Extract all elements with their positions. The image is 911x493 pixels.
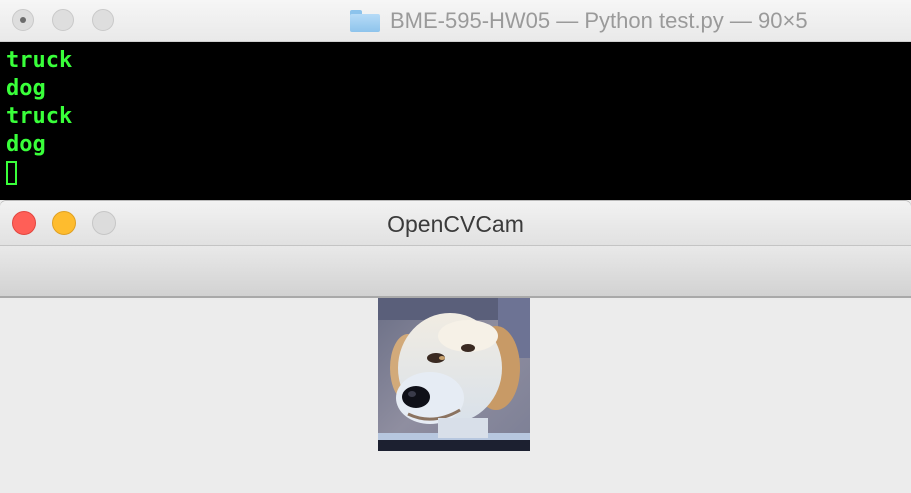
opencv-window: OpenCVCam (0, 201, 911, 493)
close-dot-icon (20, 17, 26, 23)
terminal-line: truck (6, 48, 73, 73)
terminal-line: dog (6, 132, 46, 157)
folder-icon (350, 10, 380, 32)
opencv-window-title: OpenCVCam (387, 211, 524, 237)
terminal-output[interactable]: truck dog truck dog (6, 47, 72, 187)
terminal-title: BME-595-HW05 — Python test.py — 90×5 (350, 0, 808, 41)
terminal-title-text: BME-595-HW05 — Python test.py — 90×5 (390, 8, 808, 33)
terminal-minimize-button[interactable] (52, 9, 74, 31)
opencv-titlebar[interactable]: OpenCVCam (0, 201, 911, 245)
terminal-zoom-button[interactable] (92, 9, 114, 31)
terminal-close-button[interactable] (12, 9, 34, 31)
opencv-image-area (0, 298, 911, 493)
terminal-titlebar[interactable]: BME-595-HW05 — Python test.py — 90×5 (0, 0, 911, 42)
terminal-line: truck (6, 104, 73, 129)
terminal-window: BME-595-HW05 — Python test.py — 90×5 tru… (0, 0, 911, 200)
opencv-toolbar (0, 245, 911, 298)
terminal-line: dog (6, 76, 46, 101)
terminal-prompt-line (6, 159, 72, 187)
dog-photo-icon (378, 298, 530, 451)
terminal-cursor (6, 161, 17, 185)
